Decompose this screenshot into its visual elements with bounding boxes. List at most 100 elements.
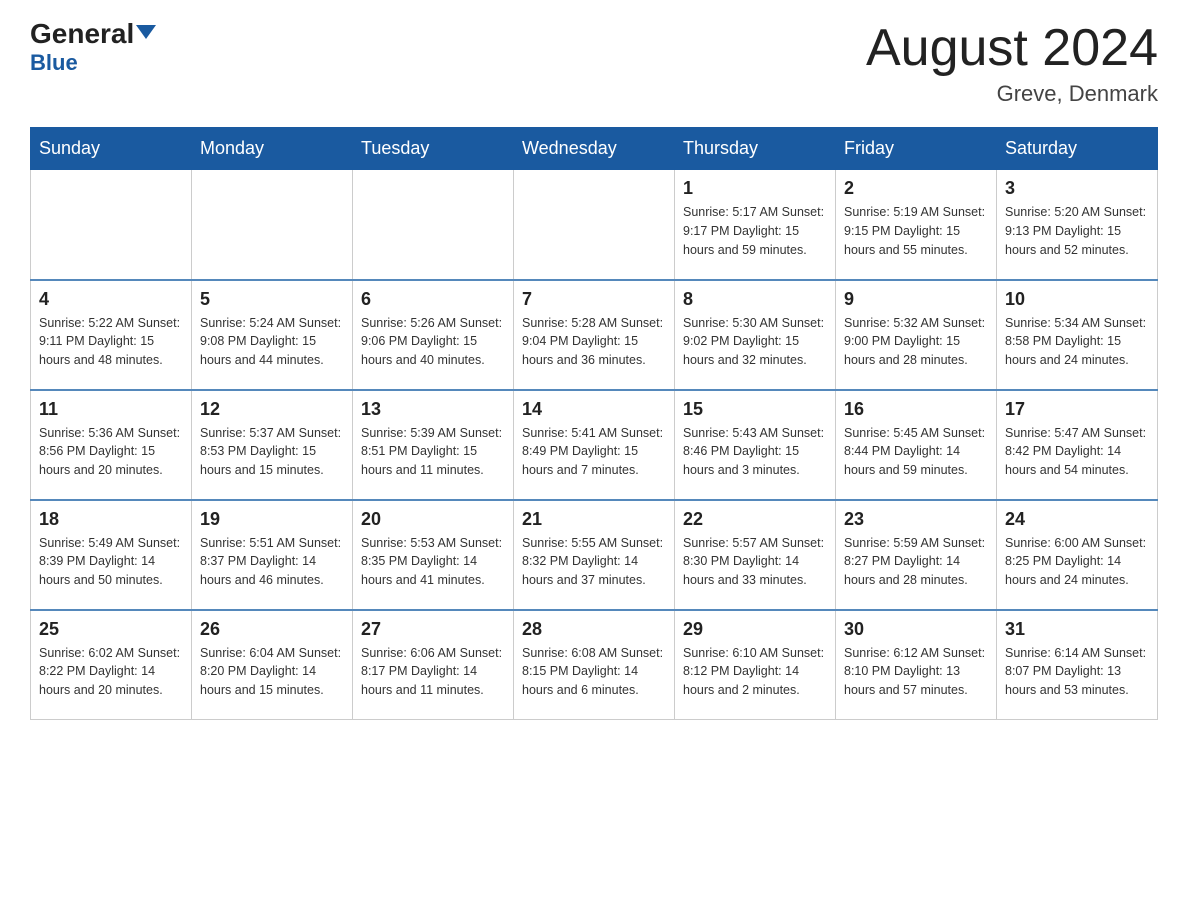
calendar-cell: 20 Sunrise: 5:53 AM Sunset: 8:35 PM Dayli… xyxy=(353,500,514,610)
day-number: 6 xyxy=(361,289,505,310)
day-number: 7 xyxy=(522,289,666,310)
calendar-cell xyxy=(353,170,514,280)
calendar-cell: 24 Sunrise: 6:00 AM Sunset: 8:25 PM Dayli… xyxy=(997,500,1158,610)
logo: General Blue xyxy=(30,20,156,76)
day-info: Sunrise: 5:32 AM Sunset: 9:00 PM Dayligh… xyxy=(844,314,988,370)
calendar-cell: 25Sunrise: 6:02 AM Sunset: 8:22 PM Dayli… xyxy=(31,610,192,720)
month-title: August 2024 xyxy=(866,20,1158,77)
day-number: 26 xyxy=(200,619,344,640)
calendar-cell: 16 Sunrise: 5:45 AM Sunset: 8:44 PM Dayli… xyxy=(836,390,997,500)
day-info: Sunrise: 5:47 AM Sunset: 8:42 PM Dayligh… xyxy=(1005,424,1149,480)
day-number: 19 xyxy=(200,509,344,530)
calendar-cell: 28 Sunrise: 6:08 AM Sunset: 8:15 PM Dayli… xyxy=(514,610,675,720)
day-info: Sunrise: 5:17 AM Sunset: 9:17 PM Dayligh… xyxy=(683,203,827,259)
day-info: Sunrise: 6:12 AM Sunset: 8:10 PM Dayligh… xyxy=(844,644,988,700)
calendar-cell xyxy=(31,170,192,280)
day-number: 15 xyxy=(683,399,827,420)
day-number: 18 xyxy=(39,509,183,530)
day-info: Sunrise: 5:26 AM Sunset: 9:06 PM Dayligh… xyxy=(361,314,505,370)
day-info: Sunrise: 5:39 AM Sunset: 8:51 PM Dayligh… xyxy=(361,424,505,480)
day-number: 31 xyxy=(1005,619,1149,640)
day-number: 11 xyxy=(39,399,183,420)
calendar-cell: 2Sunrise: 5:19 AM Sunset: 9:15 PM Daylig… xyxy=(836,170,997,280)
day-info: Sunrise: 5:20 AM Sunset: 9:13 PM Dayligh… xyxy=(1005,203,1149,259)
day-number: 27 xyxy=(361,619,505,640)
day-number: 16 xyxy=(844,399,988,420)
calendar-cell: 27Sunrise: 6:06 AM Sunset: 8:17 PM Dayli… xyxy=(353,610,514,720)
day-number: 28 xyxy=(522,619,666,640)
calendar-cell: 17 Sunrise: 5:47 AM Sunset: 8:42 PM Dayli… xyxy=(997,390,1158,500)
column-header-thursday: Thursday xyxy=(675,128,836,170)
calendar-cell: 6 Sunrise: 5:26 AM Sunset: 9:06 PM Daylig… xyxy=(353,280,514,390)
day-info: Sunrise: 6:08 AM Sunset: 8:15 PM Dayligh… xyxy=(522,644,666,700)
day-info: Sunrise: 5:55 AM Sunset: 8:32 PM Dayligh… xyxy=(522,534,666,590)
day-info: Sunrise: 5:41 AM Sunset: 8:49 PM Dayligh… xyxy=(522,424,666,480)
column-header-sunday: Sunday xyxy=(31,128,192,170)
day-info: Sunrise: 5:37 AM Sunset: 8:53 PM Dayligh… xyxy=(200,424,344,480)
day-number: 3 xyxy=(1005,178,1149,199)
day-number: 24 xyxy=(1005,509,1149,530)
day-number: 1 xyxy=(683,178,827,199)
day-number: 4 xyxy=(39,289,183,310)
column-header-tuesday: Tuesday xyxy=(353,128,514,170)
calendar-cell: 3 Sunrise: 5:20 AM Sunset: 9:13 PM Daylig… xyxy=(997,170,1158,280)
day-info: Sunrise: 6:14 AM Sunset: 8:07 PM Dayligh… xyxy=(1005,644,1149,700)
calendar-week-5: 25Sunrise: 6:02 AM Sunset: 8:22 PM Dayli… xyxy=(31,610,1158,720)
header-right: August 2024 Greve, Denmark xyxy=(866,20,1158,107)
calendar-cell: 13Sunrise: 5:39 AM Sunset: 8:51 PM Dayli… xyxy=(353,390,514,500)
day-info: Sunrise: 5:22 AM Sunset: 9:11 PM Dayligh… xyxy=(39,314,183,370)
day-info: Sunrise: 5:45 AM Sunset: 8:44 PM Dayligh… xyxy=(844,424,988,480)
calendar-cell: 31 Sunrise: 6:14 AM Sunset: 8:07 PM Dayli… xyxy=(997,610,1158,720)
day-info: Sunrise: 5:34 AM Sunset: 8:58 PM Dayligh… xyxy=(1005,314,1149,370)
day-info: Sunrise: 6:00 AM Sunset: 8:25 PM Dayligh… xyxy=(1005,534,1149,590)
day-info: Sunrise: 5:59 AM Sunset: 8:27 PM Dayligh… xyxy=(844,534,988,590)
day-number: 5 xyxy=(200,289,344,310)
logo-blue: Blue xyxy=(30,50,78,76)
column-header-monday: Monday xyxy=(192,128,353,170)
calendar-week-1: 1 Sunrise: 5:17 AM Sunset: 9:17 PM Daylig… xyxy=(31,170,1158,280)
day-number: 10 xyxy=(1005,289,1149,310)
column-header-wednesday: Wednesday xyxy=(514,128,675,170)
day-number: 21 xyxy=(522,509,666,530)
day-info: Sunrise: 5:49 AM Sunset: 8:39 PM Dayligh… xyxy=(39,534,183,590)
day-info: Sunrise: 6:02 AM Sunset: 8:22 PM Dayligh… xyxy=(39,644,183,700)
calendar-cell: 22Sunrise: 5:57 AM Sunset: 8:30 PM Dayli… xyxy=(675,500,836,610)
page-header: General Blue August 2024 Greve, Denmark xyxy=(30,20,1158,107)
location-title: Greve, Denmark xyxy=(866,81,1158,107)
day-info: Sunrise: 5:24 AM Sunset: 9:08 PM Dayligh… xyxy=(200,314,344,370)
day-number: 20 xyxy=(361,509,505,530)
day-info: Sunrise: 5:51 AM Sunset: 8:37 PM Dayligh… xyxy=(200,534,344,590)
logo-triangle-icon xyxy=(136,25,156,39)
calendar-week-2: 4 Sunrise: 5:22 AM Sunset: 9:11 PM Daylig… xyxy=(31,280,1158,390)
calendar-cell: 26Sunrise: 6:04 AM Sunset: 8:20 PM Dayli… xyxy=(192,610,353,720)
calendar-cell: 4 Sunrise: 5:22 AM Sunset: 9:11 PM Daylig… xyxy=(31,280,192,390)
day-number: 17 xyxy=(1005,399,1149,420)
day-info: Sunrise: 5:19 AM Sunset: 9:15 PM Dayligh… xyxy=(844,203,988,259)
column-header-saturday: Saturday xyxy=(997,128,1158,170)
calendar-cell: 14 Sunrise: 5:41 AM Sunset: 8:49 PM Dayli… xyxy=(514,390,675,500)
calendar-cell: 19 Sunrise: 5:51 AM Sunset: 8:37 PM Dayli… xyxy=(192,500,353,610)
day-info: Sunrise: 5:53 AM Sunset: 8:35 PM Dayligh… xyxy=(361,534,505,590)
calendar-cell: 10 Sunrise: 5:34 AM Sunset: 8:58 PM Dayli… xyxy=(997,280,1158,390)
calendar-cell: 11Sunrise: 5:36 AM Sunset: 8:56 PM Dayli… xyxy=(31,390,192,500)
calendar-cell: 7Sunrise: 5:28 AM Sunset: 9:04 PM Daylig… xyxy=(514,280,675,390)
calendar-table: SundayMondayTuesdayWednesdayThursdayFrid… xyxy=(30,127,1158,720)
day-info: Sunrise: 5:43 AM Sunset: 8:46 PM Dayligh… xyxy=(683,424,827,480)
calendar-cell: 12 Sunrise: 5:37 AM Sunset: 8:53 PM Dayli… xyxy=(192,390,353,500)
day-number: 29 xyxy=(683,619,827,640)
calendar-week-3: 11Sunrise: 5:36 AM Sunset: 8:56 PM Dayli… xyxy=(31,390,1158,500)
calendar-cell: 23Sunrise: 5:59 AM Sunset: 8:27 PM Dayli… xyxy=(836,500,997,610)
day-number: 8 xyxy=(683,289,827,310)
calendar-cell: 1 Sunrise: 5:17 AM Sunset: 9:17 PM Daylig… xyxy=(675,170,836,280)
calendar-cell: 30Sunrise: 6:12 AM Sunset: 8:10 PM Dayli… xyxy=(836,610,997,720)
calendar-cell: 29Sunrise: 6:10 AM Sunset: 8:12 PM Dayli… xyxy=(675,610,836,720)
calendar-cell xyxy=(514,170,675,280)
day-info: Sunrise: 5:30 AM Sunset: 9:02 PM Dayligh… xyxy=(683,314,827,370)
calendar-cell: 15 Sunrise: 5:43 AM Sunset: 8:46 PM Dayli… xyxy=(675,390,836,500)
calendar-cell: 21 Sunrise: 5:55 AM Sunset: 8:32 PM Dayli… xyxy=(514,500,675,610)
day-number: 12 xyxy=(200,399,344,420)
day-number: 9 xyxy=(844,289,988,310)
calendar-cell xyxy=(192,170,353,280)
day-number: 14 xyxy=(522,399,666,420)
day-number: 22 xyxy=(683,509,827,530)
